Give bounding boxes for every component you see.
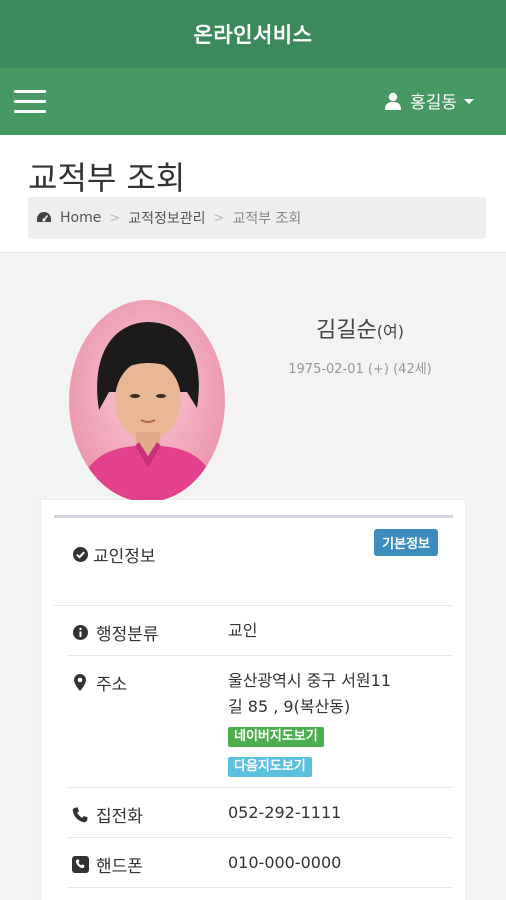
info-circle-icon [72, 625, 88, 640]
naver-map-button[interactable]: 네이버지도보기 [228, 727, 324, 747]
page-header: 교적부 조회 Home > 교적정보관리 > 교적부 조회 [0, 135, 506, 253]
address-line1: 울산광역시 중구 서원11 [228, 671, 392, 690]
home-phone-label-text: 집전화 [96, 807, 143, 827]
basic-info-badge: 기본정보 [374, 529, 438, 556]
mobile-label: 핸드폰 [68, 852, 143, 877]
profile-photo [69, 300, 225, 502]
home-phone-value: 052-292-1111 [228, 803, 342, 822]
breadcrumb-member-info[interactable]: 교적정보관리 [128, 208, 205, 228]
info-card: 교인정보 기본정보 행정분류 교인 주소 울산광역시 중구 서원11 길 85 … [41, 500, 465, 900]
category-value: 교인 [228, 621, 258, 640]
member-gender: (여) [376, 322, 404, 341]
page-title: 교적부 조회 [28, 159, 186, 197]
row-mobile: 핸드폰 010-000-0000 [68, 838, 453, 888]
daum-map-button[interactable]: 다음지도보기 [228, 757, 312, 777]
row-category: 행정분류 교인 [68, 606, 453, 656]
info-panel: 교인정보 기본정보 행정분류 교인 주소 울산광역시 중구 서원11 길 85 … [54, 515, 453, 900]
app-title: 온라인서비스 [193, 23, 313, 47]
member-birth: 1975-02-01 (+) (42세) [288, 362, 432, 377]
breadcrumb-home[interactable]: Home [60, 210, 101, 226]
check-circle-icon [73, 547, 88, 562]
category-label: 행정분류 [68, 620, 159, 645]
row-address: 주소 울산광역시 중구 서원11 길 85 , 9(복산동) 네이버지도보기 다… [68, 656, 453, 788]
breadcrumb: Home > 교적정보관리 > 교적부 조회 [28, 197, 486, 239]
profile-section: 김길순(여) 1975-02-01 (+) (42세) [0, 254, 506, 504]
mobile-value: 010-000-0000 [228, 853, 342, 872]
row-home-phone: 집전화 052-292-1111 [68, 788, 453, 838]
dashboard-icon [37, 212, 51, 222]
home-phone-label: 집전화 [68, 802, 143, 827]
app-header: 온라인서비스 [0, 0, 506, 68]
panel-title: 교인정보 [72, 542, 156, 567]
user-menu[interactable]: 홍길동 [384, 88, 474, 113]
phone-icon [72, 806, 88, 822]
member-name-text: 김길순 [316, 318, 377, 343]
caret-down-icon [464, 99, 474, 104]
address-label: 주소 [68, 670, 127, 695]
category-label-text: 행정분류 [96, 625, 159, 645]
address-value: 울산광역시 중구 서원11 길 85 , 9(복산동) 네이버지도보기 다음지도… [228, 668, 391, 778]
user-icon [385, 92, 402, 110]
breadcrumb-separator: > [213, 210, 225, 226]
navbar: 홍길동 [0, 68, 506, 135]
breadcrumb-current: 교적부 조회 [232, 211, 302, 227]
phone-square-icon [71, 856, 89, 873]
address-label-text: 주소 [96, 675, 128, 695]
map-marker-icon [74, 674, 86, 691]
user-name: 홍길동 [410, 93, 457, 113]
panel-header: 교인정보 기본정보 [54, 518, 453, 606]
member-name: 김길순(여) [280, 312, 440, 344]
mobile-label-text: 핸드폰 [96, 857, 143, 877]
panel-title-text: 교인정보 [93, 547, 156, 567]
breadcrumb-separator: > [109, 210, 121, 226]
hamburger-menu-icon[interactable] [14, 90, 46, 114]
address-line2: 길 85 , 9(복산동) [228, 697, 351, 716]
